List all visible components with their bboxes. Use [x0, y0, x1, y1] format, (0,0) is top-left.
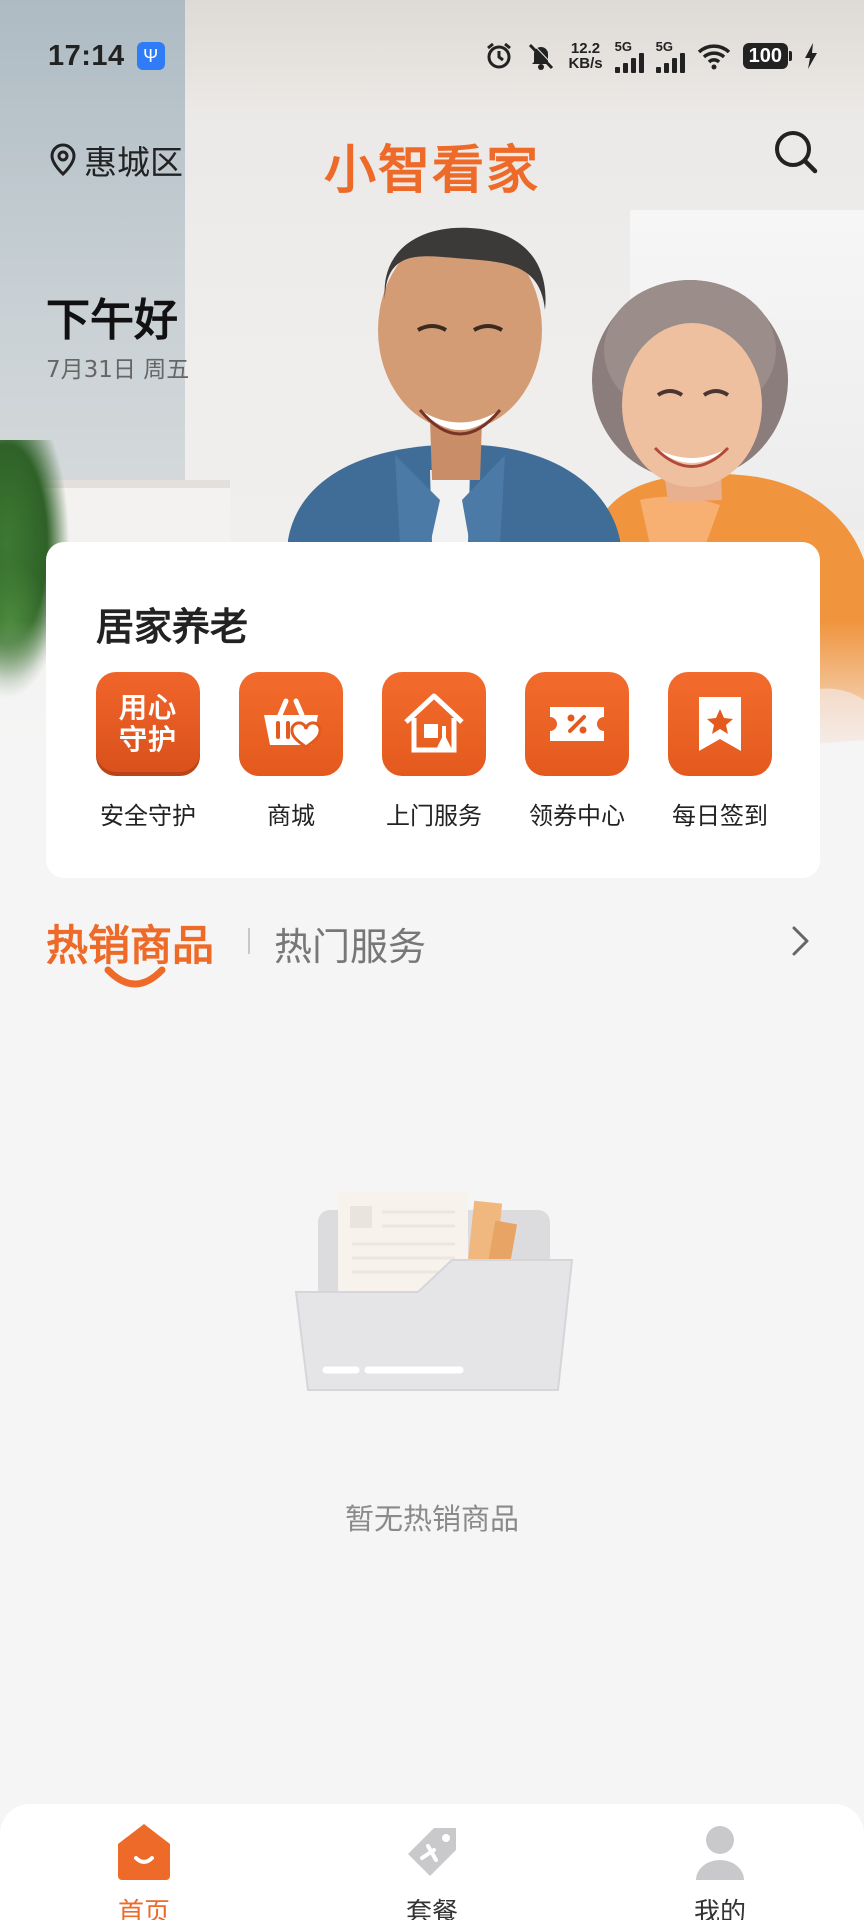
signal-1: 5G [614, 38, 644, 73]
service-coupon-center[interactable]: 领券中心 [517, 672, 637, 831]
greeting-text: 下午好 [46, 295, 178, 346]
status-time: 17:14 [48, 39, 125, 72]
service-label: 商城 [267, 802, 315, 830]
battery-icon: 100 [742, 43, 792, 69]
status-bar: 17:14 Ψ 12.2 KB/s 5G 5G 100 [0, 0, 864, 112]
card-title: 居家养老 [96, 605, 249, 649]
home-icon [118, 1824, 170, 1880]
coupon-icon [525, 672, 629, 776]
alarm-icon [484, 41, 514, 71]
charging-icon [804, 43, 818, 69]
service-label: 每日签到 [672, 802, 768, 830]
active-tab-indicator [104, 966, 166, 988]
package-tag-icon [408, 1828, 456, 1876]
date-text: 7月31日 周五 [46, 357, 190, 383]
network-speed-unit: KB/s [568, 55, 603, 72]
chevron-right-icon [792, 926, 809, 956]
service-safety-guard[interactable]: 用心 守护 安全守护 [88, 672, 208, 831]
service-mall[interactable]: 商城 [231, 672, 351, 831]
signal-1-label: 5G [614, 38, 632, 54]
network-speed-value: 12.2 [570, 40, 601, 57]
user-icon [696, 1826, 744, 1880]
nav-profile[interactable]: 我的 [660, 1820, 780, 1920]
service-label: 领券中心 [529, 802, 625, 830]
guard-icon: 用心 守护 [96, 672, 200, 776]
battery-level: 100 [742, 43, 788, 69]
network-speed: 12.2 KB/s [568, 41, 602, 71]
bottom-navigation: 首页 套餐 我的 [0, 1804, 864, 1920]
signal-bars-icon [655, 52, 685, 73]
checkin-bookmark-icon [668, 672, 772, 776]
shopping-basket-icon [239, 672, 343, 776]
search-icon [775, 131, 818, 174]
nav-label: 套餐 [405, 1898, 458, 1920]
empty-state-message: 暂无热销商品 [344, 1502, 519, 1536]
usb-icon: Ψ [136, 42, 165, 70]
home-care-card: 居家养老 用心 守护 安全守护 商城 上门服务 领券中心 每日签到 [46, 542, 820, 878]
guard-icon-line1: 用心 [118, 691, 177, 724]
tab-hot-services[interactable]: 热门服务 [274, 916, 426, 971]
app-title: 小智看家 [323, 141, 540, 201]
nav-package[interactable]: 套餐 [372, 1820, 492, 1920]
service-label: 上门服务 [386, 802, 482, 830]
signal-bars-icon [614, 52, 644, 73]
search-button[interactable] [770, 126, 822, 178]
tab-divider [248, 928, 250, 954]
status-icons: 12.2 KB/s 5G 5G 100 [484, 40, 818, 73]
nav-home[interactable]: 首页 [84, 1820, 204, 1920]
nav-label: 我的 [693, 1898, 746, 1920]
guard-icon-line2: 守护 [118, 723, 177, 756]
wifi-icon [697, 42, 731, 70]
service-label: 安全守护 [100, 802, 196, 830]
empty-folder-icon [294, 1192, 574, 1391]
service-home-visit[interactable]: 上门服务 [374, 672, 494, 831]
nav-label: 首页 [117, 1898, 170, 1920]
mute-bell-icon [526, 41, 556, 71]
product-tabs: 热销商品 热门服务 [46, 912, 820, 992]
signal-2-label: 5G [655, 38, 673, 54]
signal-2: 5G [655, 38, 685, 73]
service-daily-checkin[interactable]: 每日签到 [660, 672, 780, 831]
app-header: 惠城区 小智看家 [0, 118, 864, 201]
more-button[interactable] [790, 924, 812, 962]
home-service-icon [382, 672, 486, 776]
